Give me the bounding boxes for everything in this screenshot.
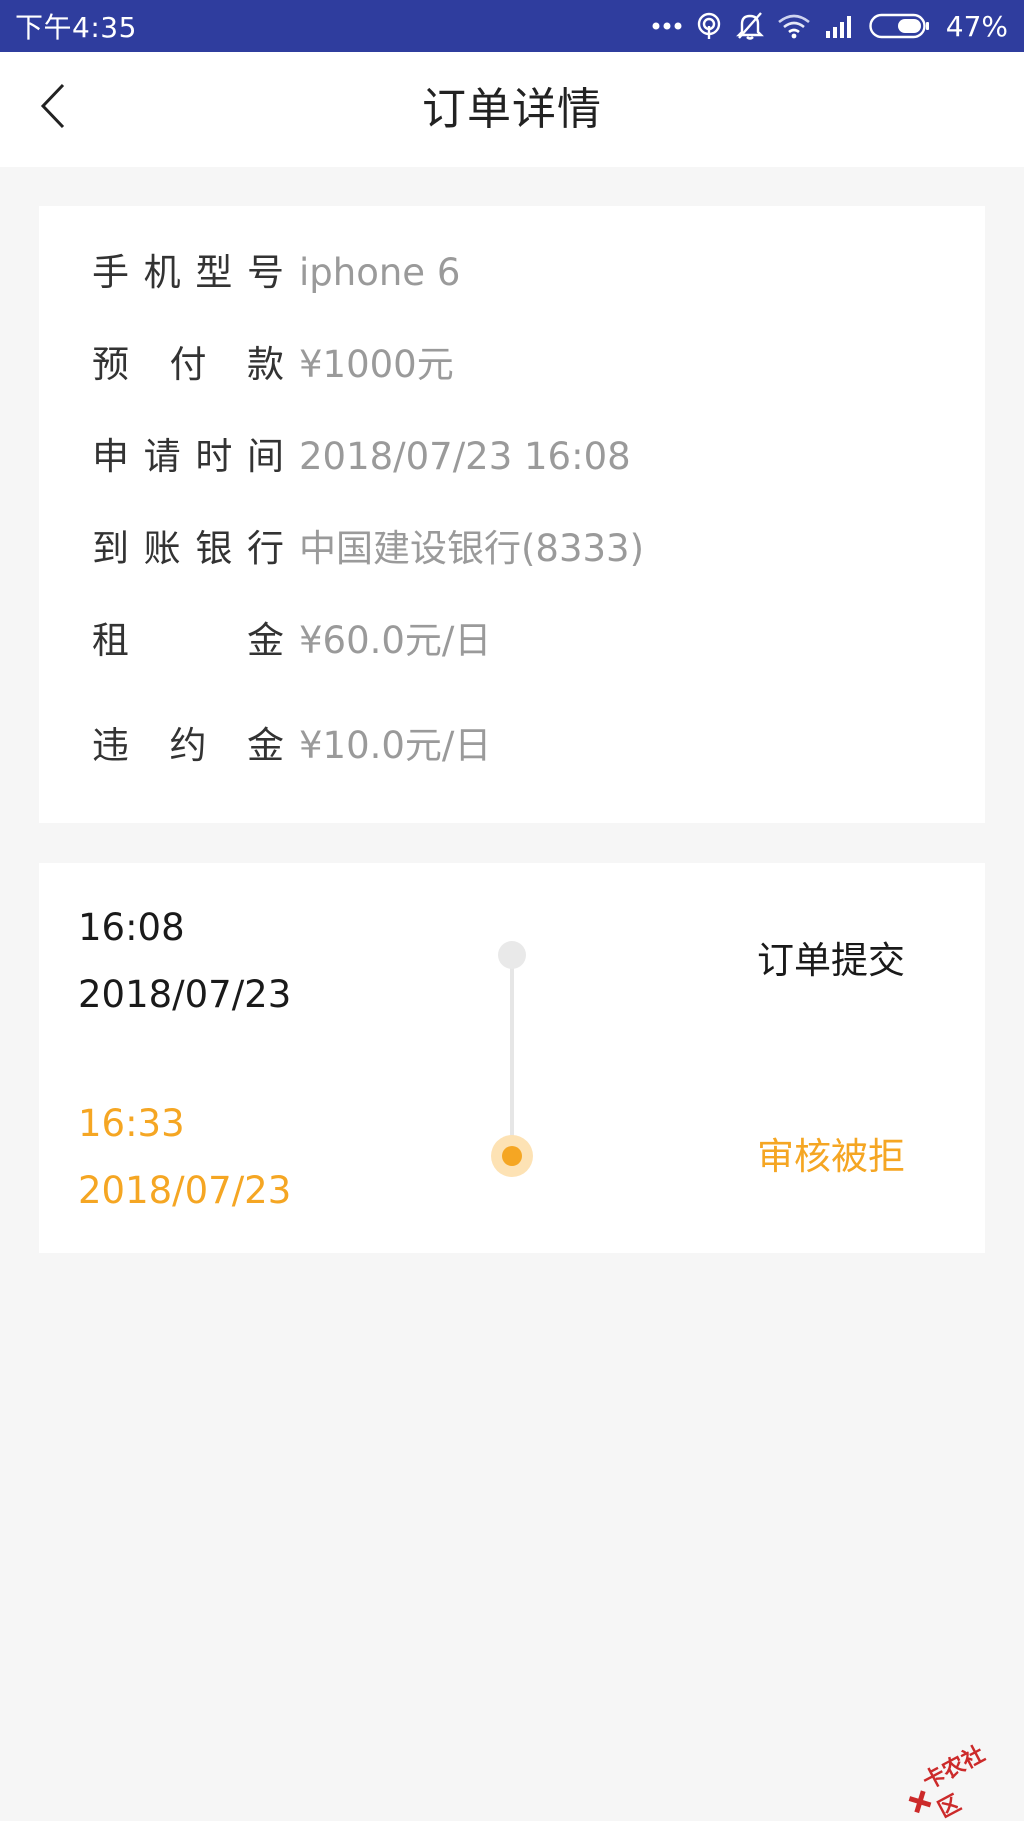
info-row-apply-time: 申请时间 2018/07/23 16:08 <box>39 427 985 487</box>
info-value: 2018/07/23 16:08 <box>299 435 631 478</box>
info-label: 违约金 <box>92 716 284 776</box>
label-char: 请 <box>143 435 181 478</box>
more-dots-icon <box>652 21 682 31</box>
mute-bell-icon <box>735 11 764 41</box>
info-value: ¥10.0元/日 <box>299 724 492 767</box>
label-char: 预 <box>92 343 129 386</box>
label-char: 间 <box>246 435 284 478</box>
label-char: 金 <box>247 724 284 767</box>
battery-percent: 47% <box>945 9 1008 43</box>
timeline-time: 16:33 <box>78 1102 185 1145</box>
hotspot-icon <box>695 12 723 40</box>
timeline-time: 16:08 <box>78 906 185 949</box>
info-label: 预付款 <box>92 335 284 395</box>
label-char: 金 <box>247 619 284 662</box>
watermark-logo: 卡农社区 <box>897 1730 1020 1821</box>
nav-bar: 订单详情 <box>0 52 1024 167</box>
info-row-prepayment: 预付款 ¥1000元 <box>39 335 985 395</box>
info-value: iphone 6 <box>299 251 461 294</box>
label-char: 账 <box>143 527 181 570</box>
info-row-bank: 到账银行 中国建设银行(8333) <box>39 519 985 579</box>
info-value: ¥1000元 <box>299 343 454 386</box>
order-detail-screen: 下午4:35 47% 订单详情 手 机 型 号 iphone 6 预 付 款 ¥… <box>0 0 1024 1821</box>
label-char: 银 <box>195 527 233 570</box>
signal-icon <box>824 13 856 39</box>
info-value: ¥60.0元/日 <box>299 619 492 662</box>
label-char: 款 <box>247 343 284 386</box>
timeline-date: 2018/07/23 <box>78 973 292 1016</box>
info-label: 申请时间 <box>92 427 284 487</box>
info-label: 租金 <box>92 611 284 671</box>
order-timeline-card: 16:08 2018/07/23 订单提交 16:33 2018/07/23 审… <box>39 863 985 1253</box>
page-title: 订单详情 <box>422 84 602 135</box>
label-char: 号 <box>246 251 284 294</box>
label-char: 付 <box>169 343 207 386</box>
info-value: 中国建设银行(8333) <box>299 527 645 570</box>
label-char: 机 <box>143 251 181 294</box>
info-row-model: 手机型号 iphone 6 <box>39 243 985 303</box>
timeline-date: 2018/07/23 <box>78 1169 292 1212</box>
info-label: 到账银行 <box>92 519 284 579</box>
timeline-dot-active <box>491 1135 533 1177</box>
status-time: 下午4:35 <box>15 11 137 44</box>
timeline-status: 订单提交 <box>757 939 905 982</box>
timeline-dot <box>498 941 526 969</box>
info-row-penalty: 违约金 ¥10.0元/日 <box>39 716 985 776</box>
timeline-line <box>510 953 514 1155</box>
label-char: 租 <box>92 619 129 662</box>
label-char: 型 <box>195 251 233 294</box>
status-bar: 下午4:35 47% <box>0 0 1024 52</box>
label-char: 到 <box>92 527 129 570</box>
info-label: 手机型号 <box>92 243 284 303</box>
label-char: 约 <box>169 724 207 767</box>
status-icons: 47% <box>652 10 1008 43</box>
wifi-icon <box>777 13 811 39</box>
timeline-status: 审核被拒 <box>757 1135 905 1178</box>
battery-icon <box>869 13 931 39</box>
label-char: 手 <box>92 251 129 294</box>
label-char: 行 <box>246 527 284 570</box>
order-info-card: 手机型号 iphone 6 预付款 ¥1000元 申请时间 2018/07/23… <box>39 206 985 823</box>
label-char: 申 <box>92 435 129 478</box>
label-char: 违 <box>92 724 129 767</box>
info-row-rent: 租金 ¥60.0元/日 <box>39 611 985 671</box>
label-char: 时 <box>195 435 233 478</box>
